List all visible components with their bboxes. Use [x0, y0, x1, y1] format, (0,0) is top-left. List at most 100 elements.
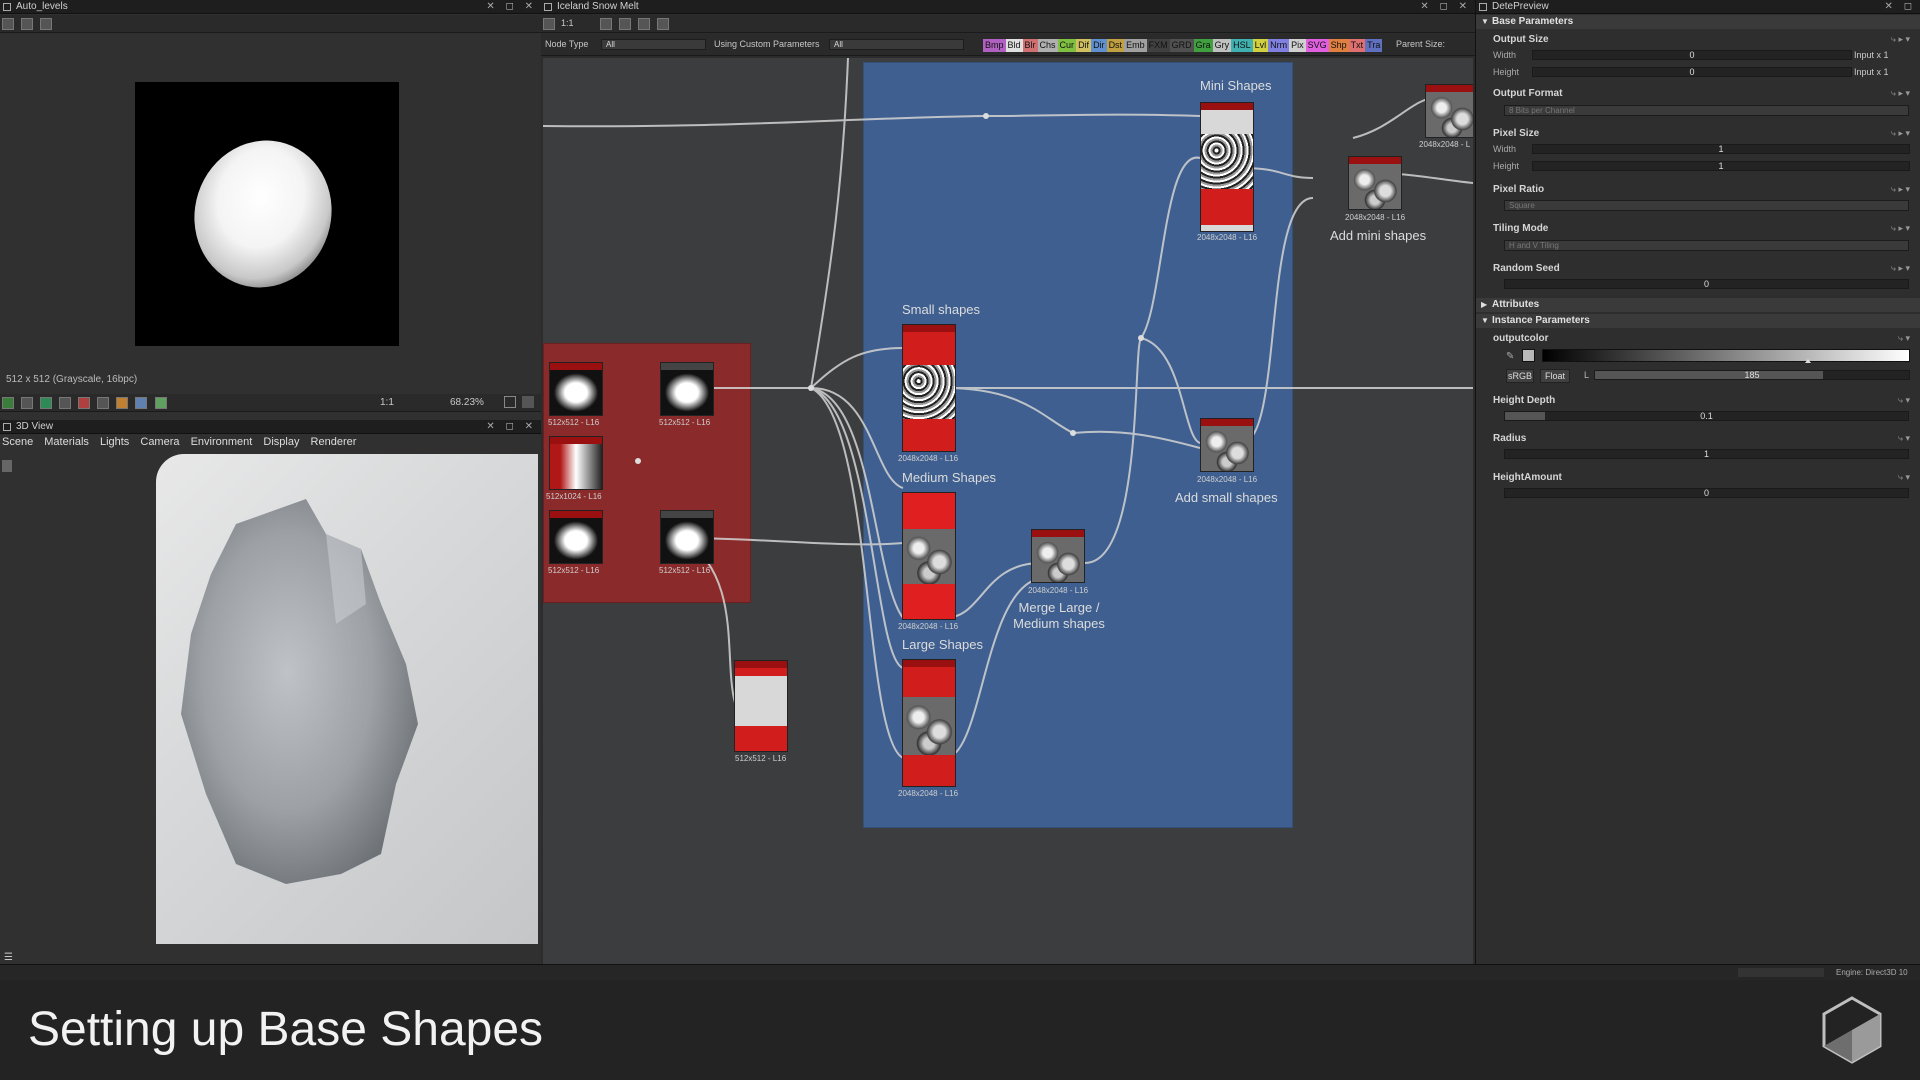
- parameter-menu-icon[interactable]: ⤷ ▾: [1898, 472, 1910, 483]
- color-icon[interactable]: [40, 397, 53, 409]
- filter-button-emb[interactable]: Emb: [1124, 39, 1147, 52]
- filter-button-lvl[interactable]: Lvl: [1252, 39, 1269, 52]
- luminance-gradient-slider[interactable]: [1542, 349, 1910, 363]
- filter-button-blr[interactable]: Blr: [1022, 39, 1038, 52]
- random-seed-slider[interactable]: 0: [1504, 279, 1909, 289]
- filter-button-bmp[interactable]: Bmp: [983, 39, 1006, 52]
- node-large-shapes[interactable]: [902, 659, 956, 787]
- filter-button-fxm[interactable]: FXM: [1146, 39, 1170, 52]
- filter-button-hsl[interactable]: HSL: [1231, 39, 1253, 52]
- output-width-slider[interactable]: 0: [1532, 50, 1852, 60]
- parameter-menu-icon[interactable]: ⤷ ▸ ▾: [1891, 128, 1910, 139]
- wire-dot[interactable]: [1070, 430, 1076, 436]
- wire-dot[interactable]: [1138, 335, 1144, 341]
- display-icon[interactable]: [135, 397, 148, 409]
- filter-button-chs[interactable]: Chs: [1037, 39, 1058, 52]
- parameter-menu-icon[interactable]: ⤷ ▾: [1898, 395, 1910, 406]
- node-height-blend[interactable]: [1425, 84, 1473, 138]
- radius-slider[interactable]: 1: [1504, 449, 1909, 459]
- pin-close-icon[interactable]: ✕ ◻ ✕: [1420, 0, 1471, 14]
- histogram-icon[interactable]: [116, 397, 129, 409]
- menu-renderer[interactable]: Renderer: [311, 436, 357, 448]
- menu-scene[interactable]: Scene: [2, 436, 33, 448]
- node-type-select[interactable]: All: [601, 39, 706, 50]
- graph-canvas[interactable]: Mini Shapes Small shapes Medium Shapes L…: [543, 58, 1473, 964]
- zoom-level[interactable]: 68.23%: [450, 397, 484, 408]
- parameter-menu-icon[interactable]: ⤷ ▾: [1898, 433, 1910, 444]
- graph-settings-icon[interactable]: [543, 18, 555, 30]
- export-icon[interactable]: [40, 18, 53, 30]
- menu-environment[interactable]: Environment: [191, 436, 253, 448]
- eyedropper-icon[interactable]: ✎: [1506, 351, 1514, 362]
- node-shape-blur-2[interactable]: [549, 510, 603, 564]
- filter-button-grd[interactable]: GRD: [1169, 39, 1194, 52]
- list-icon[interactable]: ☰: [4, 952, 13, 963]
- node-gradient-linear[interactable]: [549, 436, 603, 490]
- height-depth-slider[interactable]: 0.1: [1504, 411, 1909, 421]
- checker-icon[interactable]: [21, 397, 34, 409]
- menu-materials[interactable]: Materials: [44, 436, 89, 448]
- gradient-marker[interactable]: [1805, 359, 1812, 363]
- filter-button-tra[interactable]: Tra: [1365, 39, 1383, 52]
- pixel-width-slider[interactable]: 1: [1532, 144, 1910, 154]
- node-medium-shapes[interactable]: [902, 492, 956, 620]
- filter-button-nrm[interactable]: Nrm: [1268, 39, 1290, 52]
- float-button[interactable]: Float: [1540, 369, 1570, 383]
- menu-lights[interactable]: Lights: [100, 436, 129, 448]
- color-swatch[interactable]: [1522, 349, 1535, 362]
- node-add-small-shapes[interactable]: [1200, 418, 1254, 472]
- viewer-canvas[interactable]: [135, 82, 399, 346]
- tile-icon[interactable]: [78, 397, 91, 409]
- height-amount-slider[interactable]: 0: [1504, 488, 1909, 498]
- srgb-button[interactable]: sRGB: [1506, 369, 1534, 383]
- parameter-menu-icon[interactable]: ⤷ ▸ ▾: [1891, 34, 1910, 45]
- node-dete-preview[interactable]: [734, 660, 788, 752]
- wire-dot[interactable]: [808, 385, 814, 391]
- node-mini-shapes[interactable]: [1200, 102, 1254, 232]
- node-add-mini-shapes[interactable]: [1348, 156, 1402, 210]
- channel-icon[interactable]: [2, 397, 14, 409]
- filter-button-svg[interactable]: SVG: [1305, 39, 1329, 52]
- save-icon[interactable]: [2, 18, 14, 30]
- filter-button-pix[interactable]: Pix: [1289, 39, 1306, 52]
- menu-camera[interactable]: Camera: [140, 436, 179, 448]
- copy-icon[interactable]: [21, 18, 34, 30]
- pixel-height-slider[interactable]: 1: [1532, 161, 1910, 171]
- filter-button-gra[interactable]: Gra: [1193, 39, 1213, 52]
- grid-snap-icon[interactable]: [600, 18, 613, 30]
- grid-icon[interactable]: [59, 397, 72, 409]
- zoom-ratio-button[interactable]: 1:1: [380, 397, 394, 408]
- node-shape-blur-1[interactable]: [549, 362, 603, 416]
- output-height-slider[interactable]: 0: [1532, 67, 1852, 77]
- node-small-shapes[interactable]: [902, 324, 956, 452]
- section-base-parameters[interactable]: ▼ Base Parameters: [1476, 15, 1920, 29]
- graph-zoom-ratio[interactable]: 1:1: [561, 18, 574, 28]
- parameter-menu-icon[interactable]: ⤷ ▸ ▾: [1891, 263, 1910, 274]
- info-icon[interactable]: [97, 397, 110, 409]
- section-attributes[interactable]: ▶ Attributes: [1476, 298, 1920, 312]
- parameter-menu-icon[interactable]: ⤷ ▸ ▾: [1891, 223, 1910, 234]
- fullscreen-icon[interactable]: [522, 396, 534, 408]
- frame-icon[interactable]: [638, 18, 651, 30]
- filter-button-dst[interactable]: Dst: [1106, 39, 1125, 52]
- node-blend-1[interactable]: [660, 362, 714, 416]
- output-format-select[interactable]: 8 Bits per Channel: [1504, 105, 1909, 116]
- filter-button-dif[interactable]: Dif: [1076, 39, 1092, 52]
- view3d-viewport[interactable]: [156, 454, 538, 944]
- wire-dot[interactable]: [635, 458, 641, 464]
- node-blend-2[interactable]: [660, 510, 714, 564]
- align-icon[interactable]: [619, 18, 632, 30]
- filter-button-bld[interactable]: Bld: [1005, 39, 1023, 52]
- luminance-value-slider[interactable]: 185: [1594, 370, 1910, 380]
- section-instance-parameters[interactable]: ▼ Instance Parameters: [1476, 314, 1920, 328]
- wire-dot[interactable]: [983, 113, 989, 119]
- filter-button-dir[interactable]: Dir: [1091, 39, 1107, 52]
- menu-display[interactable]: Display: [263, 436, 299, 448]
- filter-button-txt[interactable]: Txt: [1348, 39, 1366, 52]
- pixel-ratio-select[interactable]: Square: [1504, 200, 1909, 211]
- fit-icon[interactable]: [504, 396, 516, 408]
- parameter-menu-icon[interactable]: ⤷ ▸ ▾: [1891, 88, 1910, 99]
- filter-button-shp[interactable]: Shp: [1328, 39, 1349, 52]
- filter-button-gry[interactable]: Gry: [1212, 39, 1232, 52]
- view-icon[interactable]: [657, 18, 670, 30]
